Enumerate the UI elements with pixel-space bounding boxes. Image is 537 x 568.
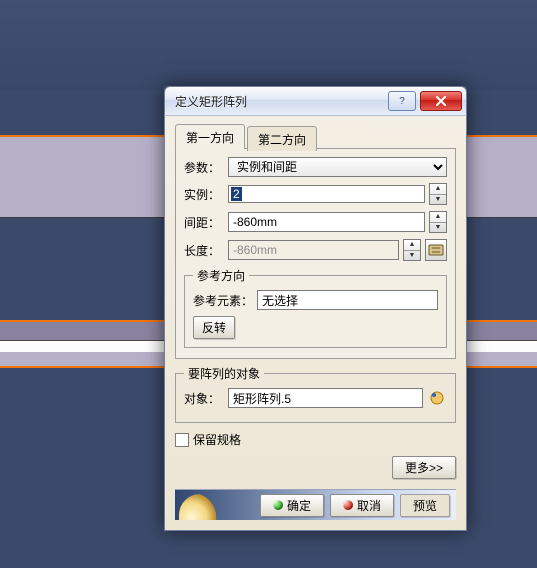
ref-element-label: 参考元素： bbox=[193, 292, 253, 309]
ok-button[interactable]: 确定 bbox=[260, 494, 324, 517]
ref-element-input[interactable] bbox=[257, 290, 438, 310]
target-legend: 要阵列的对象 bbox=[184, 365, 264, 382]
params-label: 参数： bbox=[184, 159, 224, 176]
reverse-button[interactable]: 反转 bbox=[193, 316, 235, 339]
reference-direction-group: 参考方向 参考元素： 反转 bbox=[184, 267, 447, 348]
object-label: 对象： bbox=[184, 390, 224, 407]
dialog-footer: 确定 取消 预览 bbox=[175, 489, 456, 520]
checkbox-icon bbox=[175, 433, 189, 447]
length-spinner[interactable]: ▲▼ bbox=[403, 239, 421, 261]
spacing-input[interactable] bbox=[228, 212, 425, 232]
chevron-up-icon: ▲ bbox=[404, 240, 420, 250]
target-object-group: 要阵列的对象 对象： bbox=[175, 365, 456, 423]
length-formula-button[interactable] bbox=[425, 239, 447, 261]
chevron-down-icon: ▼ bbox=[404, 250, 420, 261]
ok-icon bbox=[273, 500, 283, 510]
close-button[interactable] bbox=[420, 91, 462, 111]
direction-tabs: 第一方向 第二方向 bbox=[175, 124, 456, 149]
spacing-spinner[interactable]: ▲▼ bbox=[429, 211, 447, 233]
refdir-legend: 参考方向 bbox=[193, 267, 249, 284]
chevron-up-icon: ▲ bbox=[430, 184, 446, 194]
titlebar[interactable]: 定义矩形阵列 ? bbox=[164, 86, 467, 115]
pick-object-icon bbox=[429, 390, 445, 406]
object-input[interactable] bbox=[228, 388, 423, 408]
formula-icon bbox=[428, 242, 444, 258]
length-label: 长度： bbox=[184, 242, 224, 259]
length-input bbox=[228, 240, 399, 260]
instances-value: 2 bbox=[231, 187, 242, 201]
tab-direction-1[interactable]: 第一方向 bbox=[175, 124, 245, 149]
help-button[interactable]: ? bbox=[388, 91, 416, 111]
keep-spec-checkbox[interactable]: 保留规格 bbox=[175, 431, 456, 448]
chevron-down-icon: ▼ bbox=[430, 222, 446, 233]
spacing-label: 间距： bbox=[184, 214, 224, 231]
instances-label: 实例： bbox=[184, 186, 224, 203]
params-combobox[interactable]: 实例和间距 bbox=[228, 157, 447, 177]
object-pick-button[interactable] bbox=[427, 388, 447, 408]
preview-button[interactable]: 预览 bbox=[400, 494, 450, 517]
dialog-title: 定义矩形阵列 bbox=[175, 93, 384, 110]
chevron-down-icon: ▼ bbox=[430, 194, 446, 205]
more-button[interactable]: 更多>> bbox=[392, 456, 456, 479]
instances-input[interactable] bbox=[228, 185, 425, 203]
keep-spec-label: 保留规格 bbox=[193, 431, 241, 448]
cancel-icon bbox=[343, 500, 353, 510]
tab-panel: 参数： 实例和间距 实例： 2 ▲▼ 间距： ▲▼ 长度： bbox=[175, 148, 456, 359]
rect-pattern-dialog: 定义矩形阵列 ? 第一方向 第二方向 参数： 实例和间距 实例： bbox=[164, 86, 467, 531]
cancel-button[interactable]: 取消 bbox=[330, 494, 394, 517]
tab-direction-2[interactable]: 第二方向 bbox=[247, 126, 317, 151]
close-icon bbox=[435, 96, 447, 106]
instances-spinner[interactable]: ▲▼ bbox=[429, 183, 447, 205]
chevron-up-icon: ▲ bbox=[430, 212, 446, 222]
